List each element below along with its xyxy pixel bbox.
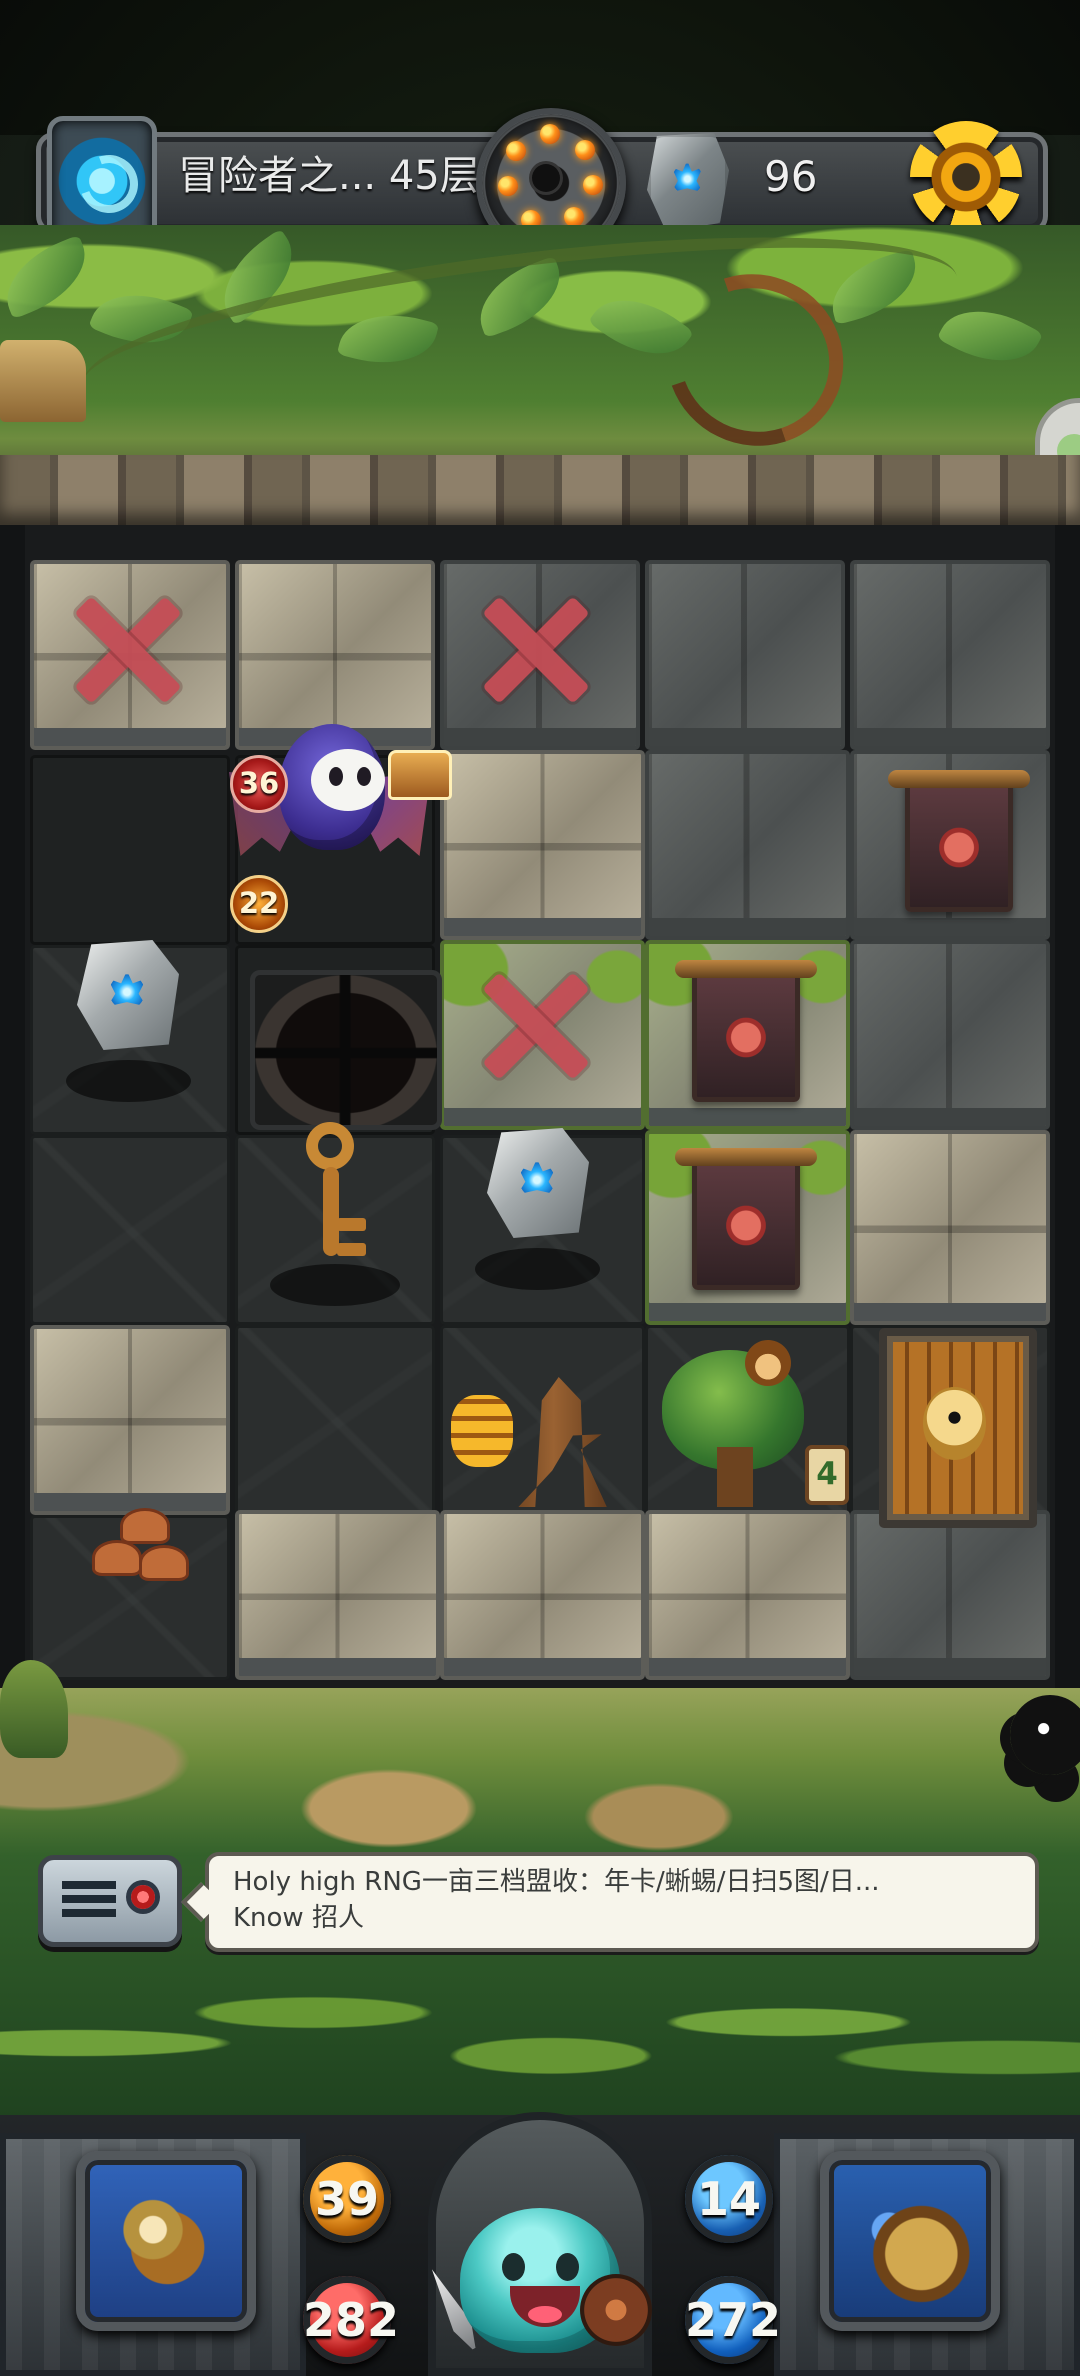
bomb-charge-icon (575, 140, 595, 160)
key-ring (306, 1122, 354, 1170)
mushroom-icon (139, 1545, 189, 1581)
slime-eye-icon (556, 2253, 579, 2281)
key-tooth (337, 1243, 366, 1256)
defense-stat: 14 (685, 2155, 773, 2243)
stone-floor-tile[interactable] (235, 1510, 440, 1680)
stone-floor-tile[interactable] (645, 1510, 850, 1680)
monster-health-badge: 22 (230, 875, 288, 933)
rock-decoration (0, 340, 86, 422)
slime-mouth (510, 2286, 580, 2327)
bat-eye-icon (329, 767, 343, 786)
settings-gear-icon[interactable] (910, 121, 1022, 233)
stone-floor-tile[interactable] (850, 560, 1050, 750)
door-counter: 4 (805, 1445, 849, 1505)
stone-floor-tile[interactable] (850, 940, 1050, 1130)
boar-banner-icon[interactable] (675, 960, 817, 1102)
shield-icon (580, 2274, 652, 2346)
chat-message-line: Holy high RNG一亩三档盟收：年卡/蜥蜴/日扫5图/日... (233, 1867, 880, 1897)
bomb-charge-icon (498, 176, 518, 196)
bat-eye-icon (357, 767, 371, 786)
stone-floor-tile[interactable] (645, 750, 850, 940)
floor-tile[interactable] (30, 1135, 230, 1325)
bomb-charge-icon (506, 141, 526, 161)
spider-icon (1010, 1695, 1080, 1775)
dungeon-wall (0, 455, 1080, 527)
health-stat: 282 (303, 2276, 399, 2364)
beehive-icon[interactable] (451, 1395, 513, 1467)
stone-floor-tile[interactable] (850, 1510, 1050, 1680)
shadow (475, 1248, 600, 1290)
key-tooth (337, 1218, 366, 1231)
spellbook-button[interactable] (820, 2151, 1000, 2331)
bomb-charge-icon (564, 207, 584, 227)
monkey-tree-icon[interactable] (662, 1340, 804, 1507)
key-stem (323, 1167, 339, 1256)
bomb-icon (532, 164, 560, 192)
bat-face (311, 749, 385, 811)
stone-floor-tile[interactable] (440, 750, 645, 940)
game-screen: 冒险者之... 45层 96 36 22 4 Holy high RNG一亩三档… (0, 0, 1080, 2376)
attack-stat: 39 (303, 2155, 391, 2243)
shadow (270, 1264, 400, 1306)
pit-hole[interactable] (250, 970, 442, 1130)
shadow (66, 1060, 191, 1102)
monster-attack-badge: 36 (230, 755, 288, 813)
equipment-button[interactable] (76, 2151, 256, 2331)
floor-tile[interactable] (235, 1325, 435, 1515)
key-icon[interactable] (298, 1122, 374, 1267)
chat-message-line: Know 招人 (233, 1903, 364, 1933)
bomb-charge-icon (583, 175, 603, 195)
mushroom-icon (120, 1508, 170, 1544)
floor-label: 冒险者之... 45层 (178, 153, 480, 199)
boar-banner-icon[interactable] (888, 770, 1030, 912)
mana-stat: 272 (685, 2276, 781, 2364)
chat-message-panel[interactable]: Holy high RNG一亩三档盟收：年卡/蜥蜴/日扫5图/日... Know… (205, 1852, 1039, 1952)
stone-floor-tile[interactable] (645, 560, 845, 750)
floor-tile[interactable] (30, 755, 230, 945)
chat-radio-icon[interactable] (38, 1855, 182, 1947)
rune-stone-icon (647, 133, 729, 231)
bomb-charge-icon (540, 124, 560, 144)
mushroom-icon (92, 1540, 142, 1576)
stone-floor-tile[interactable] (30, 1325, 230, 1515)
boar-banner-icon[interactable] (675, 1148, 817, 1290)
bottom-foliage (0, 1955, 1080, 2115)
tree-trunk (717, 1447, 753, 1507)
mushroom-cluster-icon[interactable] (92, 1508, 194, 1600)
locked-door[interactable] (879, 1328, 1037, 1528)
monkey-icon (745, 1340, 791, 1386)
slime-eye-icon (502, 2253, 525, 2281)
stone-floor-tile[interactable] (440, 1510, 645, 1680)
keyhole-icon (923, 1387, 986, 1460)
small-chest-icon[interactable] (388, 750, 452, 800)
stone-floor-tile[interactable] (850, 1130, 1050, 1325)
rune-stone-count: 96 (764, 152, 818, 201)
